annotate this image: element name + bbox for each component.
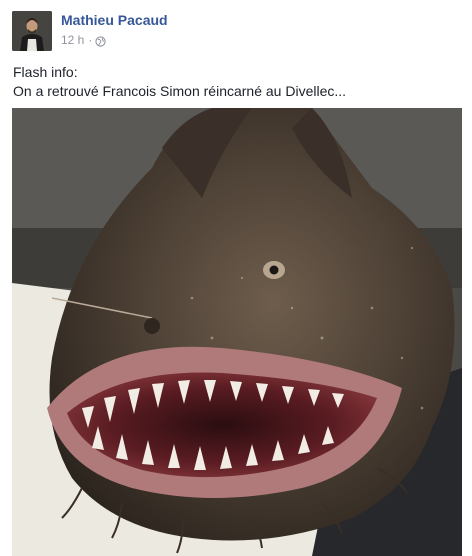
post-meta: Mathieu Pacaud 12 h · <box>61 11 168 48</box>
facebook-post: Mathieu Pacaud 12 h · Flash info: On a r… <box>0 0 472 556</box>
timestamp[interactable]: 12 h <box>61 32 84 48</box>
post-header: Mathieu Pacaud 12 h · <box>12 11 168 51</box>
post-text-line: Flash info: <box>13 64 78 80</box>
separator: · <box>88 33 93 47</box>
globe-icon[interactable] <box>95 35 106 47</box>
post-subline: 12 h · <box>61 32 168 48</box>
post-text: Flash info: On a retrouvé Francois Simon… <box>13 63 453 101</box>
anglerfish-photo <box>12 108 462 556</box>
author-name[interactable]: Mathieu Pacaud <box>61 11 168 29</box>
avatar[interactable] <box>12 11 52 51</box>
post-photo[interactable] <box>12 108 462 556</box>
avatar-image <box>12 11 52 51</box>
post-text-line: On a retrouvé Francois Simon réincarné a… <box>13 83 347 99</box>
